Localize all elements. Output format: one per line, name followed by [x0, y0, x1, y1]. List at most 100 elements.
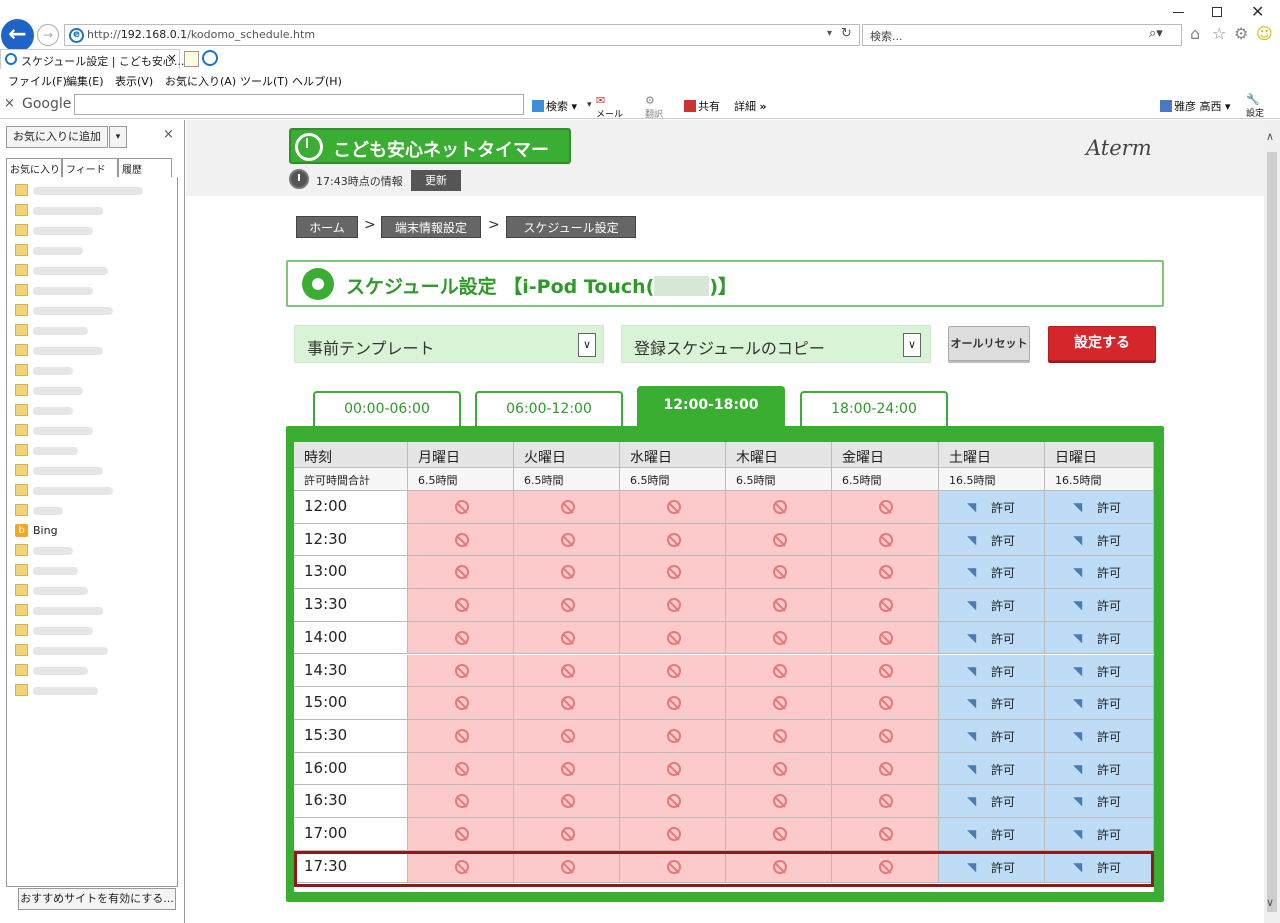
slot-denied[interactable]	[726, 556, 832, 590]
slot-denied[interactable]	[726, 785, 832, 818]
slot-denied[interactable]	[832, 850, 939, 884]
slot-denied[interactable]	[514, 687, 620, 720]
slot-allowed[interactable]: ◥ 許可	[939, 850, 1045, 884]
settings-button[interactable]: 🔧 設定	[1246, 93, 1264, 119]
slot-denied[interactable]	[832, 687, 939, 720]
slot-allowed[interactable]: ◥ 許可	[939, 491, 1045, 524]
template-select[interactable]: 事前テンプレート ∨	[294, 325, 604, 363]
favorite-folder[interactable]	[15, 603, 165, 619]
slot-denied[interactable]	[832, 556, 939, 590]
favorite-folder[interactable]	[15, 403, 165, 419]
gear-icon[interactable]: ⚙	[1234, 24, 1248, 43]
slot-denied[interactable]	[408, 556, 514, 590]
all-reset-button[interactable]: オールリセット	[948, 326, 1030, 361]
chevron-down-icon[interactable]: ∨	[903, 333, 921, 357]
home-icon[interactable]: ⌂	[1190, 24, 1200, 43]
mail-button[interactable]: ✉ メール	[596, 94, 623, 120]
slot-denied[interactable]	[726, 687, 832, 720]
add-favorite-dropdown[interactable]: ▾	[109, 126, 127, 148]
slot-denied[interactable]	[514, 818, 620, 851]
chevron-down-icon[interactable]: ▾	[587, 100, 592, 110]
slot-denied[interactable]	[726, 491, 832, 524]
slot-denied[interactable]	[408, 654, 514, 688]
favorite-folder[interactable]	[15, 363, 165, 379]
forward-button[interactable]: →	[37, 24, 59, 46]
favorite-folder[interactable]	[15, 203, 165, 219]
slot-allowed[interactable]: ◥ 許可	[1045, 818, 1154, 851]
slot-denied[interactable]	[514, 523, 620, 557]
slot-denied[interactable]	[408, 752, 514, 786]
favorite-folder[interactable]	[15, 263, 165, 279]
slot-allowed[interactable]: ◥ 許可	[1045, 654, 1154, 688]
slot-denied[interactable]	[620, 687, 726, 720]
slot-denied[interactable]	[620, 654, 726, 688]
scroll-down-icon[interactable]: ∨	[1266, 896, 1274, 909]
user-menu[interactable]: 雅彦 高西 ▾	[1160, 98, 1231, 114]
slot-denied[interactable]	[832, 785, 939, 818]
address-url[interactable]: http://192.168.0.1/kodomo_schedule.htm	[87, 28, 315, 41]
slot-denied[interactable]	[832, 752, 939, 786]
tab-close-icon[interactable]: ×	[167, 51, 177, 65]
slot-allowed[interactable]: ◥ 許可	[1045, 785, 1154, 818]
ie-new-tab-icon[interactable]	[202, 50, 218, 66]
favorite-folder[interactable]	[15, 643, 165, 659]
slot-allowed[interactable]: ◥ 許可	[1045, 752, 1154, 786]
tab-12-18[interactable]: 12:00-18:00	[637, 386, 785, 426]
favorite-folder[interactable]	[15, 583, 165, 599]
browser-search-input[interactable]: 検索... ⌕▾	[862, 24, 1182, 46]
slot-denied[interactable]	[832, 491, 939, 524]
address-bar[interactable]: e http://192.168.0.1/kodomo_schedule.htm…	[64, 24, 860, 46]
slot-allowed[interactable]: ◥ 許可	[1045, 687, 1154, 720]
address-dropdown-icon[interactable]: ▾	[827, 28, 832, 39]
apply-settings-button[interactable]: 設定する	[1048, 326, 1156, 361]
suggested-sites-button[interactable]: おすすめサイトを有効にする...	[18, 888, 176, 910]
favorites-star-icon[interactable]: ☆	[1212, 24, 1226, 43]
favorite-folder[interactable]	[15, 483, 165, 499]
scroll-up-icon[interactable]: ∧	[1266, 130, 1274, 143]
favorite-folder[interactable]	[15, 343, 165, 359]
slot-denied[interactable]	[620, 621, 726, 655]
back-button[interactable]: ←	[1, 19, 34, 52]
slot-denied[interactable]	[408, 785, 514, 818]
vertical-scrollbar[interactable]: ∧ ∨	[1264, 120, 1280, 923]
slot-denied[interactable]	[726, 752, 832, 786]
favorite-folder[interactable]	[15, 323, 165, 339]
copy-schedule-select[interactable]: 登録スケジュールのコピー ∨	[621, 325, 931, 363]
slot-denied[interactable]	[620, 491, 726, 524]
slot-denied[interactable]	[726, 719, 832, 753]
slot-denied[interactable]	[620, 523, 726, 557]
favorite-folder[interactable]	[15, 503, 165, 519]
scrollbar-thumb[interactable]	[1267, 152, 1277, 912]
search-icon[interactable]: ⌕▾	[1149, 26, 1163, 41]
refresh-icon[interactable]: ↻	[841, 26, 852, 41]
menu-favorites[interactable]: お気に入り(A)	[165, 73, 236, 89]
favorite-folder[interactable]	[15, 283, 165, 299]
menu-tools[interactable]: ツール(T)	[240, 73, 288, 89]
favorite-folder[interactable]	[15, 243, 165, 259]
slot-allowed[interactable]: ◥ 許可	[1045, 491, 1154, 524]
favorite-folder[interactable]	[15, 383, 165, 399]
favorite-folder[interactable]	[15, 623, 165, 639]
slot-denied[interactable]	[408, 523, 514, 557]
details-button[interactable]: 詳細 »	[734, 98, 767, 114]
breadcrumb-schedule[interactable]: スケジュール設定	[506, 216, 636, 238]
slot-denied[interactable]	[408, 687, 514, 720]
slot-allowed[interactable]: ◥ 許可	[939, 687, 1045, 720]
translate-button[interactable]: ⚙ 翻訳	[645, 94, 663, 120]
new-tab-icon[interactable]	[184, 51, 199, 67]
slot-denied[interactable]	[408, 491, 514, 524]
favorite-folder[interactable]	[15, 663, 165, 679]
favorite-folder[interactable]	[15, 543, 165, 559]
favorites-close-icon[interactable]: ×	[163, 127, 174, 142]
slot-allowed[interactable]: ◥ 許可	[939, 654, 1045, 688]
slot-denied[interactable]	[726, 621, 832, 655]
slot-allowed[interactable]: ◥ 許可	[939, 556, 1045, 590]
slot-denied[interactable]	[514, 491, 620, 524]
slot-denied[interactable]	[620, 556, 726, 590]
slot-denied[interactable]	[514, 752, 620, 786]
menu-help[interactable]: ヘルプ(H)	[292, 73, 342, 89]
smiley-icon[interactable]: ☺	[1256, 24, 1273, 43]
slot-allowed[interactable]: ◥ 許可	[1045, 556, 1154, 590]
slot-allowed[interactable]: ◥ 許可	[1045, 589, 1154, 622]
slot-allowed[interactable]: ◥ 許可	[939, 752, 1045, 786]
